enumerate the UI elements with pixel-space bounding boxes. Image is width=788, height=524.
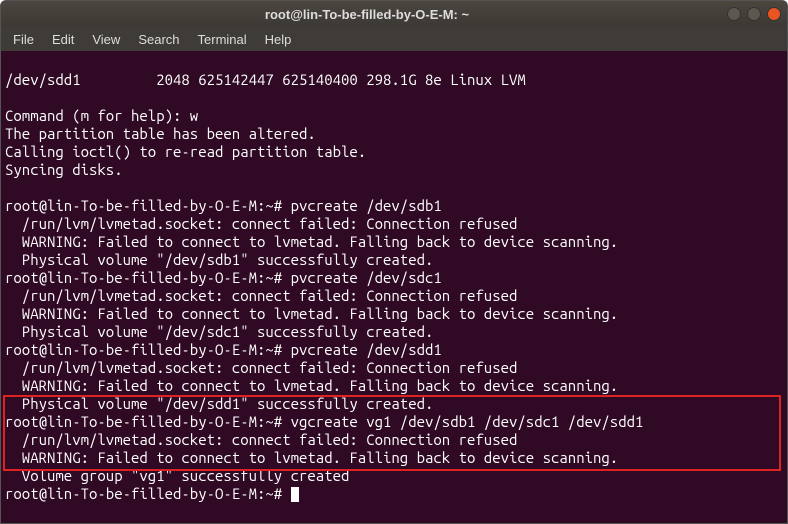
terminal-line: root@lin-To-be-filled-by-O-E-M:~# bbox=[5, 485, 291, 502]
cursor-icon bbox=[291, 487, 299, 502]
menu-edit[interactable]: Edit bbox=[44, 30, 82, 49]
titlebar[interactable]: root@lin-To-be-filled-by-O-E-M: ~ bbox=[1, 1, 787, 27]
menu-file[interactable]: File bbox=[5, 30, 42, 49]
close-button[interactable] bbox=[767, 7, 781, 21]
menubar: File Edit View Search Terminal Help bbox=[1, 27, 787, 51]
menu-terminal[interactable]: Terminal bbox=[190, 30, 255, 49]
terminal-line: Physical volume "/dev/sdb1" successfully… bbox=[5, 251, 433, 268]
terminal-line: root@lin-To-be-filled-by-O-E-M:~# pvcrea… bbox=[5, 341, 442, 358]
terminal-line: Physical volume "/dev/sdc1" successfully… bbox=[5, 323, 433, 340]
terminal-line: /dev/sdd1 2048 625142447 625140400 298.1… bbox=[5, 71, 526, 88]
terminal-line: WARNING: Failed to connect to lvmetad. F… bbox=[5, 233, 618, 250]
terminal-line: root@lin-To-be-filled-by-O-E-M:~# pvcrea… bbox=[5, 269, 442, 286]
terminal-line: WARNING: Failed to connect to lvmetad. F… bbox=[5, 305, 618, 322]
terminal-line: root@lin-To-be-filled-by-O-E-M:~# vgcrea… bbox=[5, 413, 643, 430]
terminal-line: /run/lvm/lvmetad.socket: connect failed:… bbox=[5, 215, 517, 232]
menu-search[interactable]: Search bbox=[130, 30, 187, 49]
terminal-body[interactable]: /dev/sdd1 2048 625142447 625140400 298.1… bbox=[1, 51, 787, 523]
terminal-line: root@lin-To-be-filled-by-O-E-M:~# pvcrea… bbox=[5, 197, 442, 214]
terminal-line: WARNING: Failed to connect to lvmetad. F… bbox=[5, 449, 618, 466]
terminal-line: Command (m for help): w bbox=[5, 107, 198, 124]
menu-help[interactable]: Help bbox=[257, 30, 300, 49]
terminal-line: /run/lvm/lvmetad.socket: connect failed:… bbox=[5, 287, 517, 304]
terminal-window: root@lin-To-be-filled-by-O-E-M: ~ File E… bbox=[0, 0, 788, 524]
terminal-line: Syncing disks. bbox=[5, 161, 123, 178]
window-buttons bbox=[727, 7, 781, 21]
terminal-line: WARNING: Failed to connect to lvmetad. F… bbox=[5, 377, 618, 394]
window-title: root@lin-To-be-filled-by-O-E-M: ~ bbox=[7, 7, 727, 22]
minimize-button[interactable] bbox=[727, 7, 741, 21]
terminal-line: The partition table has been altered. bbox=[5, 125, 316, 142]
terminal-line: Volume group "vg1" successfully created bbox=[5, 467, 349, 484]
terminal-line: /run/lvm/lvmetad.socket: connect failed:… bbox=[5, 431, 517, 448]
terminal-line: Calling ioctl() to re-read partition tab… bbox=[5, 143, 366, 160]
menu-view[interactable]: View bbox=[84, 30, 128, 49]
terminal-line: /run/lvm/lvmetad.socket: connect failed:… bbox=[5, 359, 517, 376]
maximize-button[interactable] bbox=[747, 7, 761, 21]
terminal-line: Physical volume "/dev/sdd1" successfully… bbox=[5, 395, 433, 412]
